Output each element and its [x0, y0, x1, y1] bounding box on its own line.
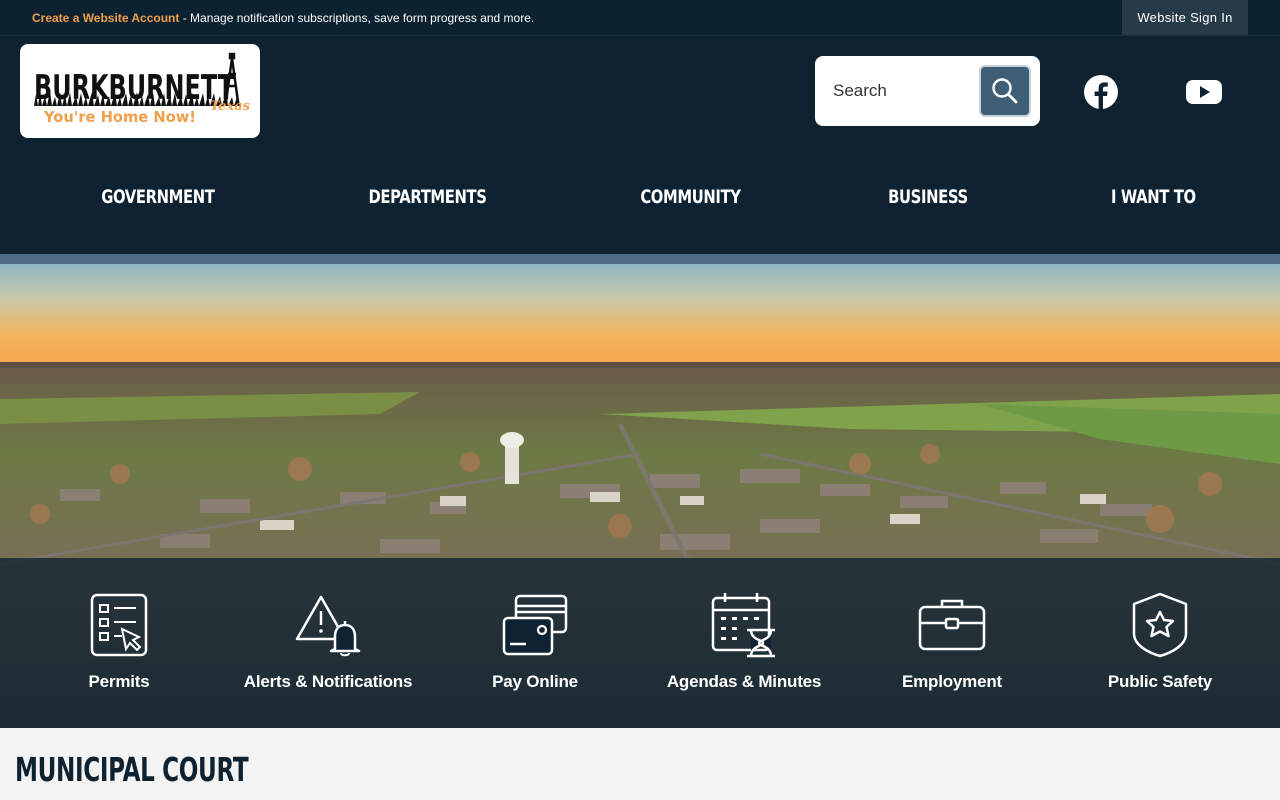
- search-button[interactable]: [979, 65, 1031, 117]
- calendar-hourglass-icon: [711, 593, 775, 658]
- account-message-text: - Manage notification subscriptions, sav…: [179, 11, 535, 25]
- youtube-icon: [1186, 80, 1222, 104]
- quicklink-employment[interactable]: Employment: [877, 558, 1027, 728]
- nav-departments[interactable]: DEPARTMENTS: [369, 186, 487, 208]
- nav-government[interactable]: GOVERNMENT: [101, 186, 215, 208]
- quicklink-pay-online-label: Pay Online: [492, 672, 578, 691]
- facebook-icon: [1084, 75, 1118, 109]
- logo-wordmark: BURKBURNETT: [34, 68, 235, 108]
- youtube-link[interactable]: [1186, 74, 1222, 110]
- site-logo[interactable]: BURKBURNETT Texas You're Home Now!: [20, 44, 260, 138]
- permits-checklist-icon: [90, 593, 148, 657]
- quicklink-permits[interactable]: Permits: [44, 558, 194, 728]
- search-icon: [992, 78, 1018, 104]
- website-sign-in-button[interactable]: Website Sign In: [1122, 0, 1248, 35]
- site-header: BURKBURNETT Texas You're Home Now! GOVER…: [0, 35, 1280, 254]
- top-bar: Create a Website Account - Manage notifi…: [0, 0, 1280, 35]
- create-account-link[interactable]: Create a Website Account: [32, 11, 179, 25]
- facebook-link[interactable]: [1083, 74, 1119, 110]
- quicklink-permits-label: Permits: [88, 672, 150, 691]
- quicklink-pay-online[interactable]: Pay Online: [460, 558, 610, 728]
- quicklink-agendas-label: Agendas & Minutes: [666, 672, 822, 691]
- quicklink-alerts[interactable]: Alerts & Notifications: [228, 558, 428, 728]
- search-box: [815, 56, 1040, 126]
- quicklink-public-safety[interactable]: Public Safety: [1085, 558, 1235, 728]
- quicklink-agendas[interactable]: Agendas & Minutes: [654, 558, 834, 728]
- quicklink-alerts-label: Alerts & Notifications: [243, 672, 413, 691]
- quicklink-employment-label: Employment: [901, 672, 1003, 691]
- briefcase-icon: [918, 599, 986, 651]
- quick-links-bar: Permits Alerts & Notifications Pay Onlin…: [0, 558, 1280, 728]
- alert-bell-icon: [295, 595, 361, 657]
- logo-state: Texas: [210, 99, 251, 114]
- search-input[interactable]: [833, 78, 983, 104]
- credit-card-icon: [502, 594, 568, 656]
- page-title: MUNICIPAL COURT: [15, 750, 249, 789]
- quicklink-public-safety-label: Public Safety: [1107, 672, 1213, 691]
- shield-star-icon: [1132, 592, 1188, 658]
- nav-community[interactable]: COMMUNITY: [640, 186, 741, 208]
- header-divider: [0, 254, 1280, 264]
- nav-business[interactable]: BUSINESS: [888, 186, 968, 208]
- nav-i-want-to[interactable]: I WANT TO: [1111, 186, 1196, 208]
- account-message: Create a Website Account - Manage notifi…: [32, 11, 534, 25]
- logo-tagline: You're Home Now!: [43, 108, 196, 126]
